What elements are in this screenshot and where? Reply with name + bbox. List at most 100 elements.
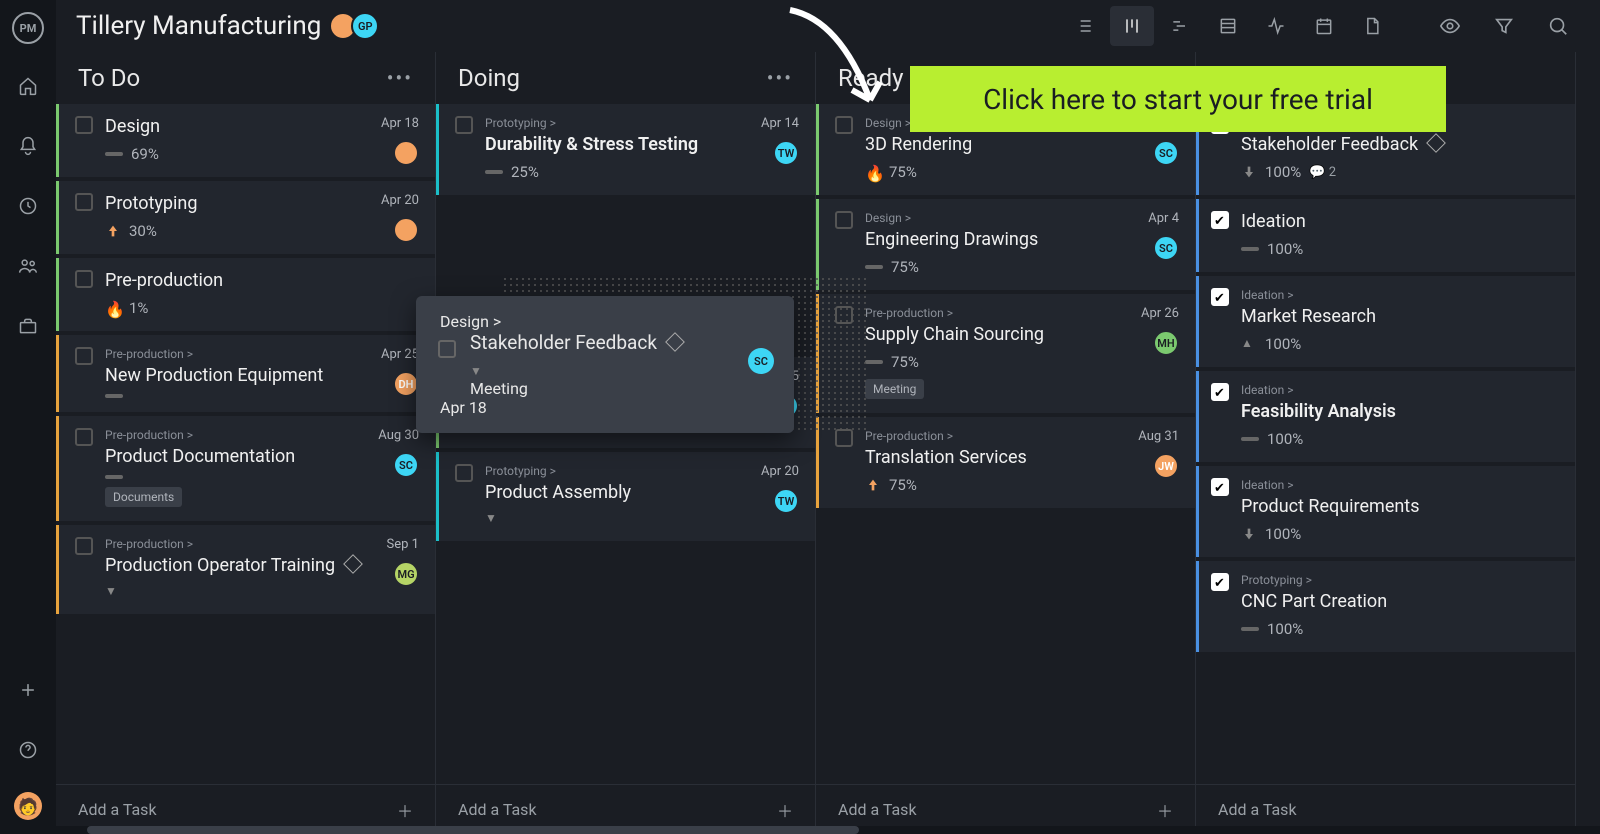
card-date: Sep 1	[387, 537, 419, 552]
view-activity-icon[interactable]	[1254, 6, 1298, 46]
briefcase-icon[interactable]	[10, 308, 46, 344]
task-checkbox[interactable]	[835, 211, 853, 229]
clock-icon[interactable]	[10, 188, 46, 224]
eye-icon[interactable]	[1428, 6, 1472, 46]
bell-icon[interactable]	[10, 128, 46, 164]
priority-flat-icon	[1241, 247, 1259, 251]
card-title: Product Requirements	[1241, 496, 1559, 517]
task-card[interactable]: Pre-production >Production Operator Trai…	[56, 525, 435, 614]
assignee-avatar[interactable]: JW	[1153, 453, 1179, 479]
card-title: Translation Services	[865, 447, 1179, 468]
task-checkbox[interactable]	[75, 537, 93, 555]
task-checkbox[interactable]	[1211, 573, 1229, 591]
priority-down-icon	[1241, 526, 1257, 542]
priority-fire-icon: 🔥	[865, 164, 881, 180]
task-card[interactable]: Prototyping >Product Assembly▼Apr 20TW	[436, 452, 815, 541]
assignee-avatar[interactable]: SC	[393, 452, 419, 478]
column-more-icon[interactable]: •••	[767, 66, 793, 90]
task-card[interactable]: Design >Engineering Drawings75%Apr 4SC	[816, 199, 1195, 290]
card-title: Prototyping	[105, 193, 419, 214]
card-tag: Meeting	[470, 379, 770, 398]
assignee-avatar[interactable]: SC	[1153, 235, 1179, 261]
view-sheet-icon[interactable]	[1206, 6, 1250, 46]
card-title: Product Documentation	[105, 446, 419, 467]
column-more-icon[interactable]: •••	[387, 66, 413, 90]
card-progress: 75%	[889, 476, 917, 494]
card-progress: 100%	[1265, 335, 1301, 353]
task-card[interactable]: Ideation100%	[1196, 199, 1575, 272]
home-icon[interactable]	[10, 68, 46, 104]
member-avatars[interactable]: GP	[335, 12, 379, 40]
card-progress: 100%	[1267, 620, 1303, 638]
card-title: Stakeholder Feedback	[1241, 134, 1559, 155]
card-progress: 100%	[1267, 430, 1303, 448]
people-icon[interactable]	[10, 248, 46, 284]
horizontal-scrollbar[interactable]	[56, 826, 1600, 834]
card-progress: 100%	[1265, 163, 1301, 181]
task-card[interactable]: Prototyping >CNC Part Creation100%	[1196, 561, 1575, 652]
assignee-avatar[interactable]	[393, 140, 419, 166]
view-board-icon[interactable]	[1110, 6, 1154, 46]
task-checkbox[interactable]	[75, 270, 93, 288]
filter-icon[interactable]	[1482, 6, 1526, 46]
assignee-avatar[interactable]: SC	[1153, 140, 1179, 166]
view-calendar-icon[interactable]	[1302, 6, 1346, 46]
task-checkbox[interactable]	[75, 116, 93, 134]
view-list-icon[interactable]	[1062, 6, 1106, 46]
task-card[interactable]: Pre-production >Supply Chain Sourcing75%…	[816, 294, 1195, 413]
view-gantt-icon[interactable]	[1158, 6, 1202, 46]
search-icon[interactable]	[1536, 6, 1580, 46]
task-checkbox[interactable]	[1211, 478, 1229, 496]
help-icon[interactable]	[10, 732, 46, 768]
task-card[interactable]: Ideation >Market Research▲100%	[1196, 276, 1575, 367]
assignee-avatar[interactable]: TW	[773, 488, 799, 514]
assignee-avatar[interactable]: SC	[748, 348, 774, 374]
app-logo[interactable]: PM	[12, 12, 44, 44]
view-file-icon[interactable]	[1350, 6, 1394, 46]
card-breadcrumb: Design >	[865, 211, 1179, 225]
card-tag: Meeting	[865, 379, 924, 399]
card-title: Feasibility Analysis	[1241, 401, 1559, 422]
card-progress: 75%	[891, 258, 919, 276]
task-checkbox[interactable]	[835, 116, 853, 134]
card-tag: Documents	[105, 487, 182, 507]
task-card[interactable]: Prototyping >Durability & Stress Testing…	[436, 104, 815, 195]
task-checkbox[interactable]	[1211, 383, 1229, 401]
task-checkbox[interactable]	[75, 428, 93, 446]
task-card[interactable]: Pre-production🔥1%	[56, 258, 435, 331]
dragging-card[interactable]: Design > Stakeholder Feedback ▼ Meeting …	[416, 296, 794, 433]
task-card[interactable]: Pre-production >Product DocumentationDoc…	[56, 416, 435, 521]
promo-banner[interactable]: Click here to start your free trial	[910, 66, 1446, 132]
card-breadcrumb: Pre-production >	[105, 537, 419, 551]
card-title: 3D Rendering	[865, 134, 1179, 155]
task-card[interactable]: Pre-production >New Production Equipment…	[56, 335, 435, 412]
card-title: Ideation	[1241, 211, 1559, 232]
assignee-avatar[interactable]: MG	[393, 561, 419, 587]
add-icon[interactable]	[10, 672, 46, 708]
assignee-avatar[interactable]	[393, 217, 419, 243]
task-checkbox[interactable]	[75, 347, 93, 365]
task-checkbox[interactable]	[1211, 288, 1229, 306]
priority-up-icon	[105, 223, 121, 239]
task-checkbox[interactable]	[455, 464, 473, 482]
priority-flat-icon	[105, 475, 123, 479]
plus-icon: ＋	[777, 798, 793, 822]
card-progress: 75%	[891, 353, 919, 371]
task-checkbox[interactable]	[1211, 211, 1229, 229]
card-title: Market Research	[1241, 306, 1559, 327]
task-card[interactable]: Ideation >Feasibility Analysis100%	[1196, 371, 1575, 462]
task-card[interactable]: Ideation >Product Requirements100%	[1196, 466, 1575, 557]
card-breadcrumb: Design >	[440, 312, 770, 331]
task-checkbox[interactable]	[438, 340, 456, 358]
user-avatar[interactable]: 🧑	[14, 792, 42, 820]
task-checkbox[interactable]	[75, 193, 93, 211]
task-card[interactable]: Prototyping30%Apr 20	[56, 181, 435, 254]
assignee-avatar[interactable]: TW	[773, 140, 799, 166]
assignee-avatar[interactable]: MH	[1153, 330, 1179, 356]
task-card[interactable]: Pre-production >Translation Services75%A…	[816, 417, 1195, 508]
card-breadcrumb: Prototyping >	[485, 116, 799, 130]
card-progress: 69%	[131, 145, 159, 163]
task-card[interactable]: Design69%Apr 18	[56, 104, 435, 177]
task-checkbox[interactable]	[455, 116, 473, 134]
card-progress: 1%	[129, 299, 148, 317]
